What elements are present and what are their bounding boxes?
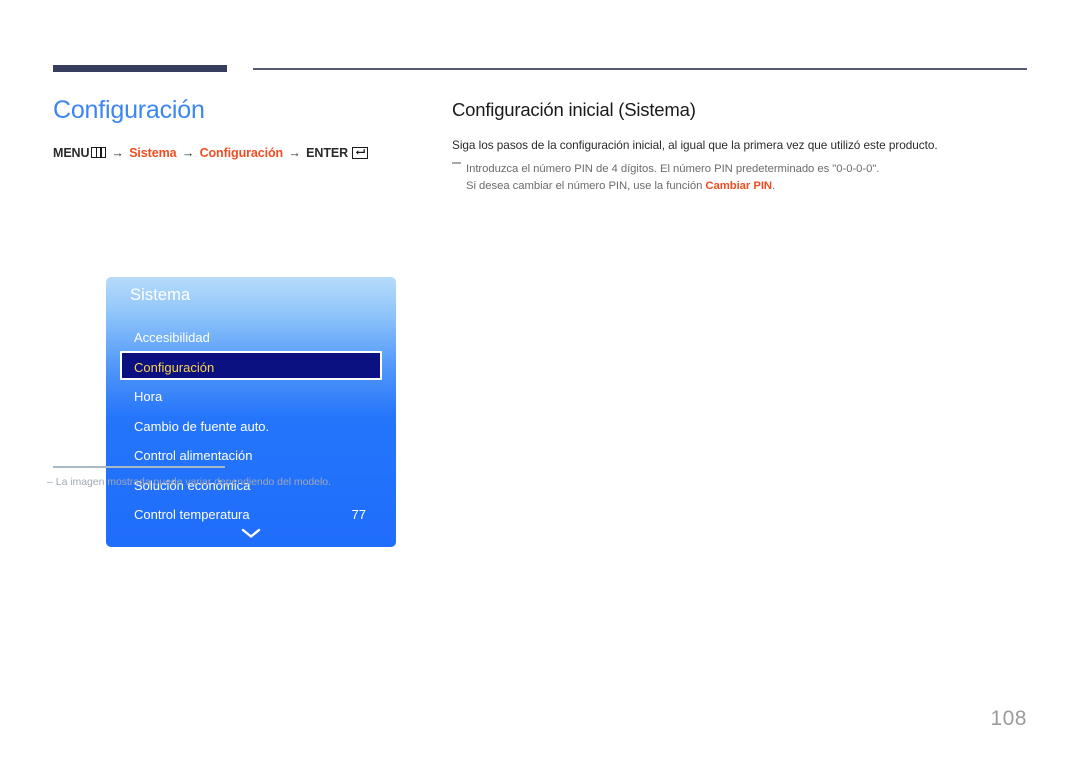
note-link-cambiar-pin[interactable]: Cambiar PIN bbox=[705, 180, 772, 192]
osd-menu-panel: Sistema Accesibilidad Configuración Hora… bbox=[106, 277, 396, 547]
osd-item-control-temperatura[interactable]: Control temperatura 77 bbox=[120, 498, 382, 528]
menu-grid-icon bbox=[91, 147, 107, 158]
note-line-2-suffix: . bbox=[772, 180, 776, 193]
right-column: Configuración inicial (Sistema) Siga los… bbox=[452, 98, 1032, 196]
osd-item-label: Control temperatura bbox=[134, 507, 250, 522]
chevron-down-icon[interactable] bbox=[106, 527, 396, 539]
osd-item-label: Control alimentación bbox=[134, 448, 253, 463]
breadcrumb-arrow-1: → bbox=[111, 146, 124, 160]
footnote-dash: ‒ bbox=[47, 476, 53, 488]
footnote-text: La imagen mostrada puede variar dependie… bbox=[55, 476, 331, 488]
osd-item-label: Configuración bbox=[134, 359, 215, 375]
footnote-divider bbox=[53, 466, 225, 468]
breadcrumb-enter-label: ENTER bbox=[306, 146, 349, 160]
breadcrumb-arrow-3: → bbox=[288, 146, 301, 160]
osd-menu-list: Accesibilidad Configuración Hora Cambio … bbox=[106, 321, 396, 528]
page-title: Configuración bbox=[53, 96, 205, 124]
note-line-2-prefix: Si desea cambiar el número PIN, use la f… bbox=[466, 180, 706, 193]
header-divider-rule bbox=[253, 68, 1027, 70]
breadcrumb-arrow-2: → bbox=[181, 146, 195, 160]
osd-item-label: Hora bbox=[134, 389, 163, 404]
enter-return-icon bbox=[352, 147, 369, 159]
note-line-1: Introduzca el número PIN de 4 dígitos. E… bbox=[466, 163, 880, 176]
osd-item-label: Accesibilidad bbox=[134, 330, 210, 345]
osd-item-value: 77 bbox=[351, 507, 366, 522]
osd-item-cambio-fuente-auto[interactable]: Cambio de fuente auto. bbox=[120, 410, 382, 440]
osd-item-accesibilidad[interactable]: Accesibilidad bbox=[120, 321, 382, 351]
breadcrumb-menu-label: MENU bbox=[53, 146, 90, 160]
osd-item-configuracion[interactable]: Configuración bbox=[120, 350, 382, 380]
footnote: ‒ La imagen mostrada puede variar dependi… bbox=[47, 476, 387, 488]
header-accent-bar bbox=[53, 65, 227, 72]
page-number: 108 bbox=[990, 707, 1027, 730]
osd-item-label: Cambio de fuente auto. bbox=[134, 418, 270, 434]
osd-item-hora[interactable]: Hora bbox=[120, 380, 382, 410]
note-block: Introduzca el número PIN de 4 dígitos. E… bbox=[452, 161, 1032, 195]
breadcrumb-item-configuracion[interactable]: Configuración bbox=[200, 146, 284, 160]
breadcrumb: MENU → Sistema → Configuración → ENTER bbox=[53, 146, 423, 160]
osd-item-control-alimentacion[interactable]: Control alimentación bbox=[120, 439, 382, 469]
note-line-2: Si desea cambiar el número PIN, use la f… bbox=[466, 178, 1032, 195]
breadcrumb-item-sistema[interactable]: Sistema bbox=[129, 146, 176, 160]
left-column: Configuración MENU → Sistema → Configurac… bbox=[53, 95, 423, 547]
section-title: Configuración inicial (Sistema) bbox=[452, 99, 696, 120]
osd-panel-title: Sistema bbox=[130, 286, 191, 304]
note-dash-icon bbox=[452, 162, 461, 164]
section-lead-text: Siga los pasos de la configuración inici… bbox=[452, 138, 938, 153]
